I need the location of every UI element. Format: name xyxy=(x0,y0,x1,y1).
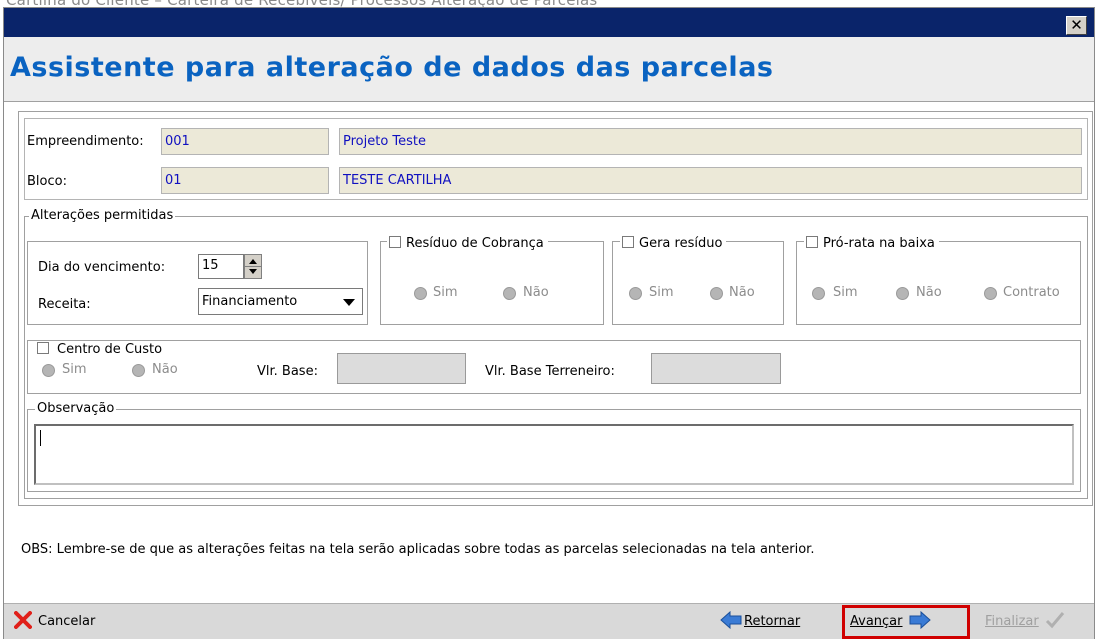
obs-note: OBS: Lembre-se de que as alterações feit… xyxy=(21,542,815,557)
vlr-base-terreneiro-label: Vlr. Base Terreneiro: xyxy=(485,364,615,379)
vlr-base-label: Vlr. Base: xyxy=(257,364,318,379)
residuo-cobranca-checkbox[interactable] xyxy=(389,236,401,248)
vlr-base-input[interactable] xyxy=(337,353,466,384)
bloco-name-field[interactable]: TESTE CARTILHA xyxy=(339,167,1082,194)
pro-rata-contrato-label: Contrato xyxy=(1003,285,1060,300)
arrow-left-icon xyxy=(720,610,742,630)
residuo-cobranca-sim-radio[interactable] xyxy=(414,287,427,300)
retornar-button[interactable]: Retornar xyxy=(720,610,800,634)
dia-vencimento-value: 15 xyxy=(202,258,219,273)
gera-residuo-nao-radio[interactable] xyxy=(710,287,723,300)
text-cursor xyxy=(40,430,41,446)
gera-residuo-header: Gera resíduo xyxy=(620,236,727,251)
title-bar xyxy=(4,8,1094,37)
observacao-label: Observação xyxy=(35,401,117,416)
centro-custo-checkbox[interactable] xyxy=(37,342,49,354)
gera-residuo-sim-radio[interactable] xyxy=(629,287,642,300)
receita-select[interactable]: Financiamento xyxy=(198,288,363,315)
close-button[interactable]: ✕ xyxy=(1066,16,1087,35)
gera-residuo-nao-label: Não xyxy=(729,285,755,300)
bloco-code-field[interactable]: 01 xyxy=(161,167,329,194)
gera-residuo-checkbox[interactable] xyxy=(622,236,634,248)
alteracoes-title: Alterações permitidas xyxy=(29,208,176,223)
finalizar-label: Finalizar xyxy=(985,614,1039,629)
centro-custo-nao-label: Não xyxy=(152,362,178,377)
dia-spinner[interactable] xyxy=(244,254,262,279)
gera-residuo-box xyxy=(612,241,784,325)
residuo-cobranca-label: Resíduo de Cobrança xyxy=(406,236,544,251)
dropdown-arrow-icon xyxy=(343,299,355,306)
observacao-textarea[interactable] xyxy=(34,424,1074,485)
dia-vencimento-input[interactable]: 15 xyxy=(198,254,244,279)
residuo-cobranca-nao-label: Não xyxy=(523,285,549,300)
residuo-cobranca-header: Resíduo de Cobrança xyxy=(387,236,548,251)
pro-rata-box xyxy=(796,241,1081,325)
centro-custo-sim-label: Sim xyxy=(62,362,87,377)
residuo-cobranca-sim-label: Sim xyxy=(433,285,458,300)
pro-rata-contrato-radio[interactable] xyxy=(984,287,997,300)
empreendimento-label: Empreendimento: xyxy=(27,134,144,149)
spinner-down-icon[interactable] xyxy=(249,269,257,274)
residuo-cobranca-box xyxy=(380,241,604,325)
pro-rata-label: Pró-rata na baixa xyxy=(823,236,935,251)
bloco-label: Bloco: xyxy=(27,174,67,189)
gera-residuo-sim-label: Sim xyxy=(649,285,674,300)
centro-custo-label: Centro de Custo xyxy=(57,342,163,357)
residuo-cobranca-nao-radio[interactable] xyxy=(503,287,516,300)
pro-rata-header: Pró-rata na baixa xyxy=(804,236,939,251)
finalizar-button[interactable]: Finalizar xyxy=(985,610,1065,634)
empreendimento-code-field[interactable]: 001 xyxy=(161,128,329,155)
empreendimento-name-field[interactable]: Projeto Teste xyxy=(339,128,1082,155)
checkmark-icon xyxy=(1045,612,1064,629)
cancel-x-icon xyxy=(14,611,32,629)
cancelar-label: Cancelar xyxy=(38,614,96,629)
spinner-up-icon[interactable] xyxy=(249,259,257,264)
header-divider xyxy=(4,101,1094,102)
centro-custo-header: Centro de Custo xyxy=(35,342,167,357)
wizard-title: Assistente para alteração de dados das p… xyxy=(10,52,774,83)
dia-vencimento-label: Dia do vencimento: xyxy=(38,260,166,275)
avancar-button[interactable]: Avançar xyxy=(850,610,931,634)
retornar-label: Retornar xyxy=(744,614,801,629)
close-icon: ✕ xyxy=(1070,16,1083,34)
vlr-base-terreneiro-input[interactable] xyxy=(651,353,781,384)
receita-label: Receita: xyxy=(38,297,91,312)
pro-rata-sim-radio[interactable] xyxy=(812,287,825,300)
receita-value: Financiamento xyxy=(202,294,298,309)
pro-rata-checkbox[interactable] xyxy=(806,236,818,248)
pro-rata-nao-label: Não xyxy=(916,285,942,300)
cancelar-button[interactable]: Cancelar xyxy=(14,610,95,634)
centro-custo-nao-radio[interactable] xyxy=(132,364,145,377)
pro-rata-sim-label: Sim xyxy=(833,285,858,300)
centro-custo-sim-radio[interactable] xyxy=(42,364,55,377)
arrow-right-icon xyxy=(909,610,931,630)
gera-residuo-label: Gera resíduo xyxy=(639,236,723,251)
avancar-label: Avançar xyxy=(850,614,903,629)
pro-rata-nao-radio[interactable] xyxy=(896,287,909,300)
